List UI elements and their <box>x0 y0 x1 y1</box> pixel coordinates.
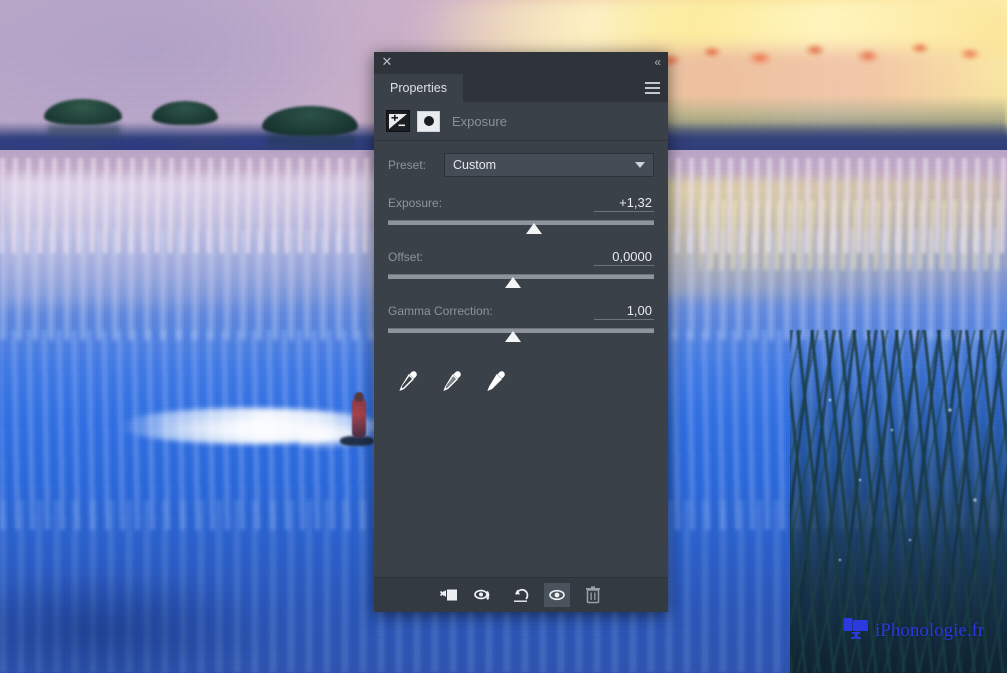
gamma-slider-head: Gamma Correction: 1,00 <box>388 303 654 320</box>
gamma-label: Gamma Correction: <box>388 304 493 318</box>
preset-dropdown[interactable]: Custom <box>444 153 654 177</box>
exposure-slider-head: Exposure: +1,32 <box>388 195 654 212</box>
panel-body: Preset: Custom Exposure: +1,32 Offset: 0… <box>374 141 668 394</box>
offset-slider-group: Offset: 0,0000 <box>388 249 654 288</box>
exposure-slider-track[interactable] <box>388 218 654 234</box>
offset-slider-handle[interactable] <box>505 277 522 288</box>
skier-head <box>354 392 364 402</box>
panel-footer-toolbar <box>374 577 668 612</box>
watermark: iPhonologie.fr <box>843 617 984 644</box>
chevron-down-icon <box>635 162 645 168</box>
offset-label: Offset: <box>388 250 424 264</box>
adjustment-header: Exposure <box>374 102 668 141</box>
panel-tab-strip: Properties <box>374 74 668 102</box>
gamma-slider-track[interactable] <box>388 326 654 342</box>
reset-adjustment-button[interactable] <box>508 583 534 607</box>
delete-adjustment-layer-button[interactable] <box>580 583 606 607</box>
offset-slider-track[interactable] <box>388 272 654 288</box>
toggle-layer-visibility-button[interactable] <box>544 583 570 607</box>
gamma-value[interactable]: 1,00 <box>594 303 654 320</box>
skier-figure <box>352 398 366 438</box>
menu-line <box>645 87 660 89</box>
set-gray-point-eyedropper[interactable] <box>438 368 464 394</box>
exposure-label: Exposure: <box>388 196 443 210</box>
adjustment-title: Exposure <box>452 113 507 129</box>
exposure-slider-group: Exposure: +1,32 <box>388 195 654 234</box>
gamma-slider-group: Gamma Correction: 1,00 <box>388 303 654 342</box>
preset-label: Preset: <box>388 158 427 172</box>
set-white-point-eyedropper[interactable] <box>482 368 508 394</box>
exposure-icon[interactable] <box>386 110 410 132</box>
layer-mask-thumbnail-icon[interactable] <box>417 110 440 132</box>
tab-properties-label: Properties <box>390 81 447 95</box>
sunlit-tree-tops <box>640 30 1007 82</box>
exposure-slider-handle[interactable] <box>526 223 543 234</box>
preset-row: Preset: Custom <box>388 153 654 177</box>
clip-to-layer-button[interactable] <box>436 583 462 607</box>
mask-dot <box>423 116 434 126</box>
screenshot-root: ✕ « Properties Exposure Preset: Custom E… <box>0 0 1007 673</box>
exposure-slider-rail <box>388 220 654 225</box>
menu-line <box>645 92 660 94</box>
menu-line <box>645 82 660 84</box>
monitor-icon <box>843 617 869 644</box>
close-icon[interactable]: ✕ <box>380 55 394 69</box>
reed-highlights <box>800 360 1007 600</box>
preset-selected-value: Custom <box>453 158 497 172</box>
panel-menu-icon[interactable] <box>645 82 660 94</box>
foreground-water-shadow <box>0 560 400 673</box>
offset-value[interactable]: 0,0000 <box>594 249 654 266</box>
set-black-point-eyedropper[interactable] <box>394 368 420 394</box>
watermark-text: iPhonologie.fr <box>875 619 985 641</box>
collapse-panel-icon[interactable]: « <box>654 54 661 70</box>
properties-panel: ✕ « Properties Exposure Preset: Custom E… <box>374 52 668 612</box>
offset-slider-head: Offset: 0,0000 <box>388 249 654 266</box>
exposure-value[interactable]: +1,32 <box>594 195 654 212</box>
panel-title-bar: ✕ « <box>374 52 668 74</box>
island-reflection-left <box>48 124 120 136</box>
eyedropper-row <box>388 368 654 394</box>
gamma-slider-handle[interactable] <box>505 331 522 342</box>
view-previous-state-button[interactable] <box>472 583 498 607</box>
tab-properties[interactable]: Properties <box>374 74 463 102</box>
